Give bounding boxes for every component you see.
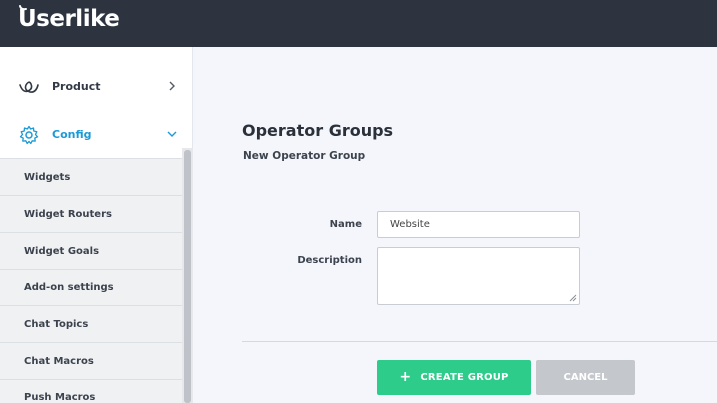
sidebar-item-label: Widget Routers <box>24 209 112 220</box>
sidebar-item-label: Config <box>52 128 92 141</box>
cancel-button[interactable]: CANCEL <box>536 360 635 395</box>
name-field[interactable] <box>377 211 580 238</box>
sidebar-item-label: Product <box>52 80 101 93</box>
page-title: Operator Groups <box>242 121 394 140</box>
sidebar-item-widgets[interactable]: Widgets <box>0 159 182 196</box>
sidebar-item-chat-topics[interactable]: Chat Topics <box>0 306 182 343</box>
page-subtitle: New Operator Group <box>243 150 366 162</box>
sidebar-item-label: Push Macros <box>24 392 96 403</box>
sidebar-item-label: Widget Goals <box>24 246 100 257</box>
plus-icon: + <box>399 368 412 385</box>
sidebar-item-label: Widgets <box>24 172 71 183</box>
chevron-right-icon <box>169 81 175 91</box>
sidebar-item-widget-routers[interactable]: Widget Routers <box>0 196 182 233</box>
sidebar-item-label: Add-on settings <box>24 282 114 293</box>
sidebar-scrollbar-thumb[interactable] <box>184 150 191 403</box>
gear-icon <box>19 125 39 145</box>
form-divider <box>242 341 717 342</box>
config-submenu: Widgets Widget Routers Widget Goals Add-… <box>0 158 182 403</box>
sidebar-item-label: Chat Topics <box>24 319 89 330</box>
name-label: Name <box>329 219 362 230</box>
sidebar-item-widget-goals[interactable]: Widget Goals <box>0 233 182 270</box>
chevron-down-icon <box>167 131 177 137</box>
product-swirl-icon <box>19 81 39 93</box>
resize-grip-icon[interactable] <box>568 293 577 302</box>
create-group-label: CREATE GROUP <box>420 372 509 383</box>
create-group-button[interactable]: + CREATE GROUP <box>377 360 531 395</box>
sidebar-item-product[interactable]: Product <box>0 64 193 110</box>
sidebar-item-label: Chat Macros <box>24 356 94 367</box>
sidebar: Product Config Widgets Widget Routers Wi… <box>0 47 193 403</box>
sidebar-item-push-macros[interactable]: Push Macros <box>0 379 182 403</box>
sidebar-item-config[interactable]: Config <box>0 112 193 158</box>
sidebar-item-chat-macros[interactable]: Chat Macros <box>0 343 182 380</box>
top-bar: Userlike <box>0 0 717 47</box>
main-content: Operator Groups New Operator Group Name … <box>194 47 717 403</box>
sidebar-item-add-on-settings[interactable]: Add-on settings <box>0 269 182 306</box>
description-field[interactable] <box>377 247 580 305</box>
description-label: Description <box>297 255 362 266</box>
brand-logo[interactable]: Userlike <box>18 6 120 32</box>
